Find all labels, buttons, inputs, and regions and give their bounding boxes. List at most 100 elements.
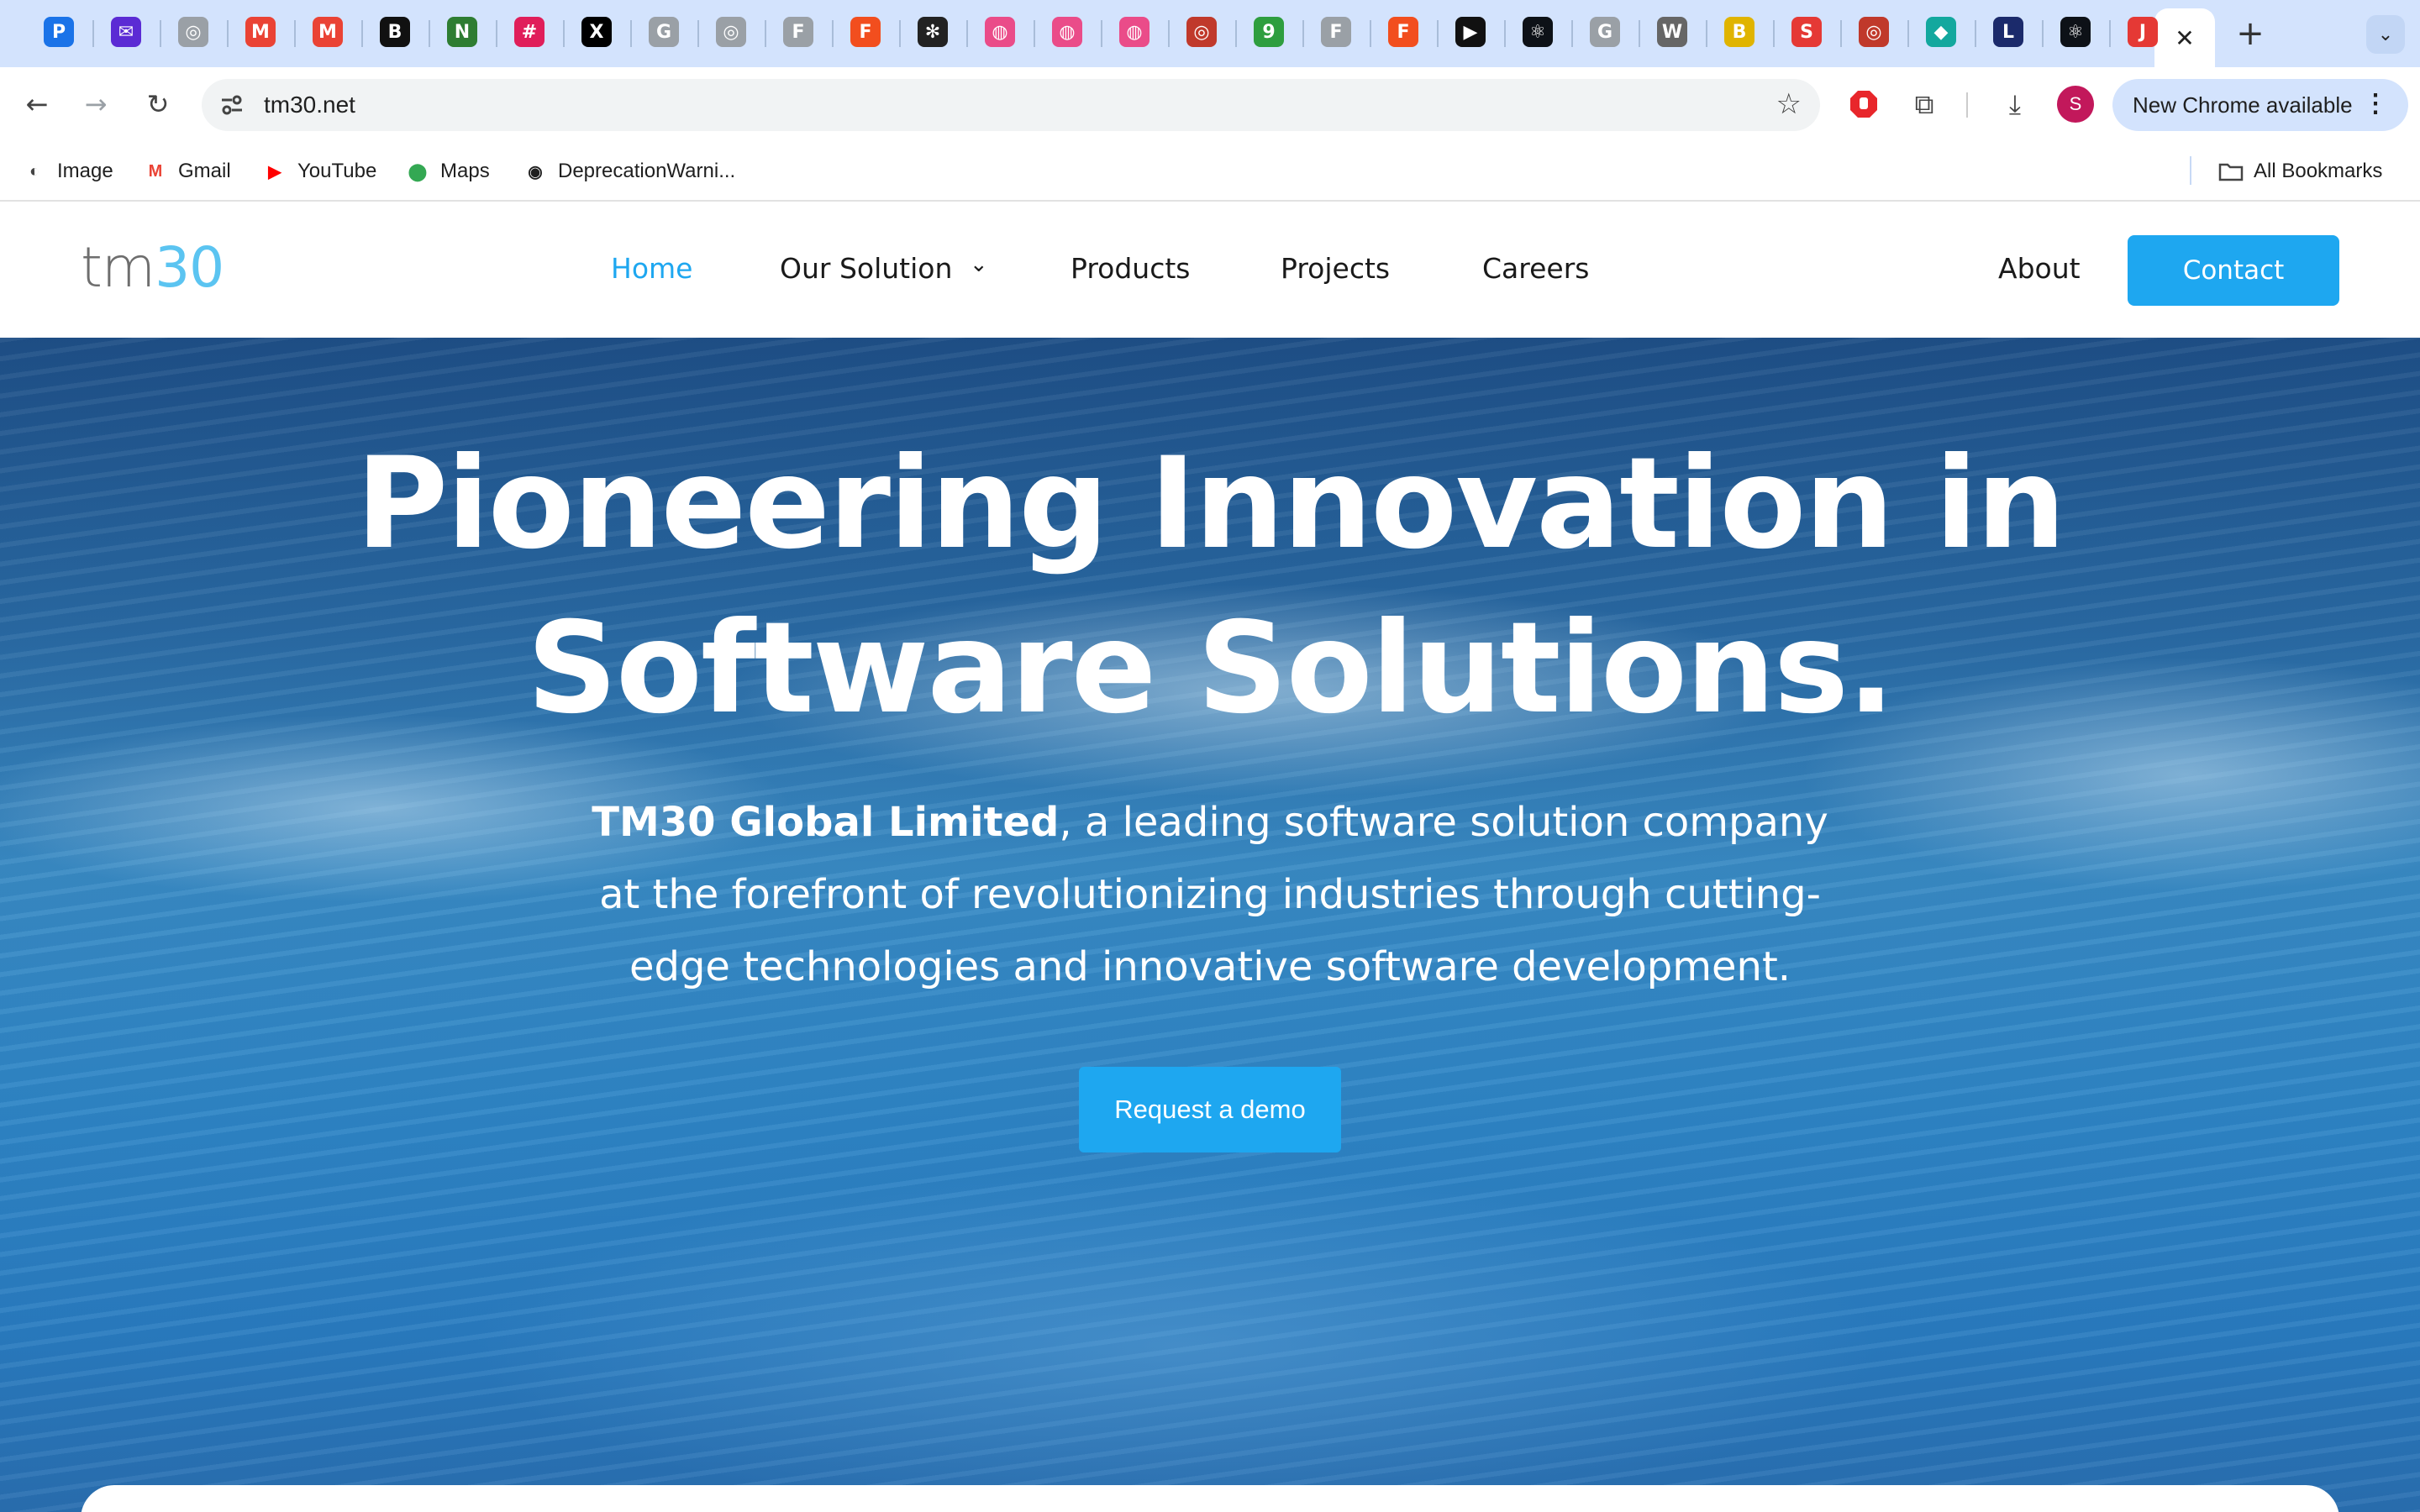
tab-naija-icon[interactable]: 9 xyxy=(1254,17,1284,47)
tab-slack-icon[interactable]: # xyxy=(514,17,544,47)
back-button[interactable]: ← xyxy=(17,84,57,124)
tab-separator xyxy=(1773,20,1775,47)
address-bar[interactable]: tm30.net ☆ xyxy=(202,79,1820,131)
tab-separator xyxy=(1639,20,1640,47)
close-icon[interactable]: ✕ xyxy=(2175,24,2194,52)
tab-dribbble-icon[interactable]: ◍ xyxy=(1119,17,1150,47)
extensions-puzzle-icon[interactable]: ⧉ xyxy=(1902,82,1946,126)
tab-separator xyxy=(899,20,901,47)
bookmark-gmail[interactable]: M Gmail xyxy=(143,156,231,186)
tab-separator xyxy=(832,20,834,47)
chrome-update-button[interactable]: New Chrome available ⋮ xyxy=(2112,79,2408,131)
request-demo-button[interactable]: Request a demo xyxy=(1079,1067,1341,1152)
nav-our-solution[interactable]: Our Solution ⌄ xyxy=(780,252,988,285)
tab-separator xyxy=(630,20,632,47)
bookmark-label: Image xyxy=(57,160,113,182)
tab-figma-icon[interactable]: F xyxy=(1388,17,1418,47)
profile-avatar[interactable]: S xyxy=(2057,86,2094,123)
nav-about[interactable]: About xyxy=(1998,252,2081,285)
tab-separator xyxy=(1437,20,1439,47)
tab-gmail-icon[interactable]: M xyxy=(313,17,343,47)
tab-openai-icon[interactable]: ✻ xyxy=(918,17,948,47)
tab-b-app-icon[interactable]: B xyxy=(380,17,410,47)
bookmark-youtube[interactable]: ▶ YouTube xyxy=(262,156,376,186)
chrome-update-label: New Chrome available xyxy=(2133,92,2353,118)
tab-s-app-icon[interactable]: S xyxy=(1791,17,1822,47)
tab-chrome-page-icon[interactable]: ◎ xyxy=(178,17,208,47)
nav-products[interactable]: Products xyxy=(1071,252,1191,285)
nav-careers[interactable]: Careers xyxy=(1482,252,1589,285)
reload-button[interactable]: ↻ xyxy=(138,84,178,124)
bookmark-label: Maps xyxy=(440,160,490,182)
tab-separator xyxy=(2109,20,2111,47)
nav-projects[interactable]: Projects xyxy=(1281,252,1390,285)
tab-x-icon[interactable]: X xyxy=(581,17,612,47)
tab-separator xyxy=(1571,20,1573,47)
adblock-extension-icon[interactable] xyxy=(1842,82,1886,126)
tab-mail-icon[interactable]: ✉ xyxy=(111,17,141,47)
tab-separator xyxy=(765,20,766,47)
active-tab[interactable]: ✕ xyxy=(2154,8,2215,67)
tab-strip: ✕ + ⌄ P ✉ ◎ M M B N # X G ◎ F F ✻ ◍ ◍ ◍ ◎ 9 F F ▶ ⚛ G W B S ◎ ◆ L ⚛ J xyxy=(0,0,2420,67)
site-navbar: tm30 Home Our Solution ⌄ Products Projec… xyxy=(0,203,2420,338)
tab-diamond-icon[interactable]: ◆ xyxy=(1926,17,1956,47)
all-bookmarks-button[interactable]: All Bookmarks xyxy=(2218,156,2382,186)
tm30-logo[interactable]: tm30 xyxy=(81,235,224,300)
tab-web-icon[interactable]: ◎ xyxy=(1186,17,1217,47)
bookmarks-bar: All Bookmarks ◐ Image M Gmail ▶ YouTube ⬤ Maps ◉… xyxy=(0,141,2420,202)
nav-home[interactable]: Home xyxy=(611,252,692,285)
new-tab-button[interactable]: + xyxy=(2232,14,2269,53)
tab-web-icon[interactable]: ◎ xyxy=(1859,17,1889,47)
tab-pipedrive-icon[interactable]: P xyxy=(44,17,74,47)
youtube-icon: ▶ xyxy=(268,162,281,181)
tab-react-icon[interactable]: ⚛ xyxy=(2060,17,2091,47)
tab-live-icon[interactable]: L xyxy=(1993,17,2023,47)
tab-figma-page-icon[interactable]: F xyxy=(783,17,813,47)
tab-separator xyxy=(92,20,94,47)
tab-separator xyxy=(966,20,968,47)
tab-bank-icon[interactable]: B xyxy=(1724,17,1754,47)
tab-dribbble-icon[interactable]: ◍ xyxy=(985,17,1015,47)
bookmark-label: Gmail xyxy=(178,160,231,182)
tab-gmail-icon[interactable]: M xyxy=(245,17,276,47)
site-info-icon[interactable] xyxy=(217,90,247,120)
bookmark-github[interactable]: ◉ DeprecationWarni... xyxy=(523,156,735,186)
tab-figma-page-icon[interactable]: F xyxy=(1321,17,1351,47)
tab-dribbble-icon[interactable]: ◍ xyxy=(1052,17,1082,47)
tab-react-icon[interactable]: ⚛ xyxy=(1523,17,1553,47)
tab-separator xyxy=(563,20,565,47)
tab-separator xyxy=(496,20,497,47)
tab-separator xyxy=(1168,20,1170,47)
folder-icon xyxy=(2218,159,2244,184)
download-icon[interactable]: ⤓ xyxy=(1993,82,2037,126)
all-bookmarks-label: All Bookmarks xyxy=(2254,160,2383,182)
tab-web-icon[interactable]: ◎ xyxy=(716,17,746,47)
globe-icon: ◐ xyxy=(29,161,40,181)
reload-icon: ↻ xyxy=(146,88,170,120)
menu-dots-icon[interactable]: ⋮ xyxy=(2363,89,2388,118)
forward-button[interactable]: → xyxy=(76,84,116,124)
tab-separator xyxy=(1101,20,1102,47)
bookmarks-divider xyxy=(2190,156,2191,185)
tab-jpg-png-icon[interactable]: J xyxy=(2128,17,2158,47)
tab-figma-icon[interactable]: F xyxy=(850,17,881,47)
tab-search-button[interactable]: ⌄ xyxy=(2366,15,2405,54)
browser-toolbar: ← → ↻ tm30.net ☆ ⧉ ⤓ S New Chrome availa… xyxy=(0,67,2420,141)
tab-separator xyxy=(1840,20,1842,47)
tab-separator xyxy=(361,20,363,47)
tab-separator xyxy=(1706,20,1707,47)
bookmark-globe[interactable]: ◐ Image xyxy=(22,156,113,186)
tab-separator xyxy=(1907,20,1909,47)
tab-separator xyxy=(1975,20,1976,47)
tab-google-icon[interactable]: G xyxy=(1590,17,1620,47)
url-text[interactable]: tm30.net xyxy=(264,92,355,118)
bookmark-star-icon[interactable]: ☆ xyxy=(1776,87,1802,121)
bookmark-maps[interactable]: ⬤ Maps xyxy=(405,156,490,186)
hero-section: Pioneering Innovation in Software Soluti… xyxy=(0,338,2420,1512)
tab-play-icon[interactable]: ▶ xyxy=(1455,17,1486,47)
tab-wikipedia-icon[interactable]: W xyxy=(1657,17,1687,47)
tab-n-app-icon[interactable]: N xyxy=(447,17,477,47)
contact-button[interactable]: Contact xyxy=(2128,235,2339,306)
tab-google-icon[interactable]: G xyxy=(649,17,679,47)
toolbar-divider xyxy=(1966,92,1968,118)
